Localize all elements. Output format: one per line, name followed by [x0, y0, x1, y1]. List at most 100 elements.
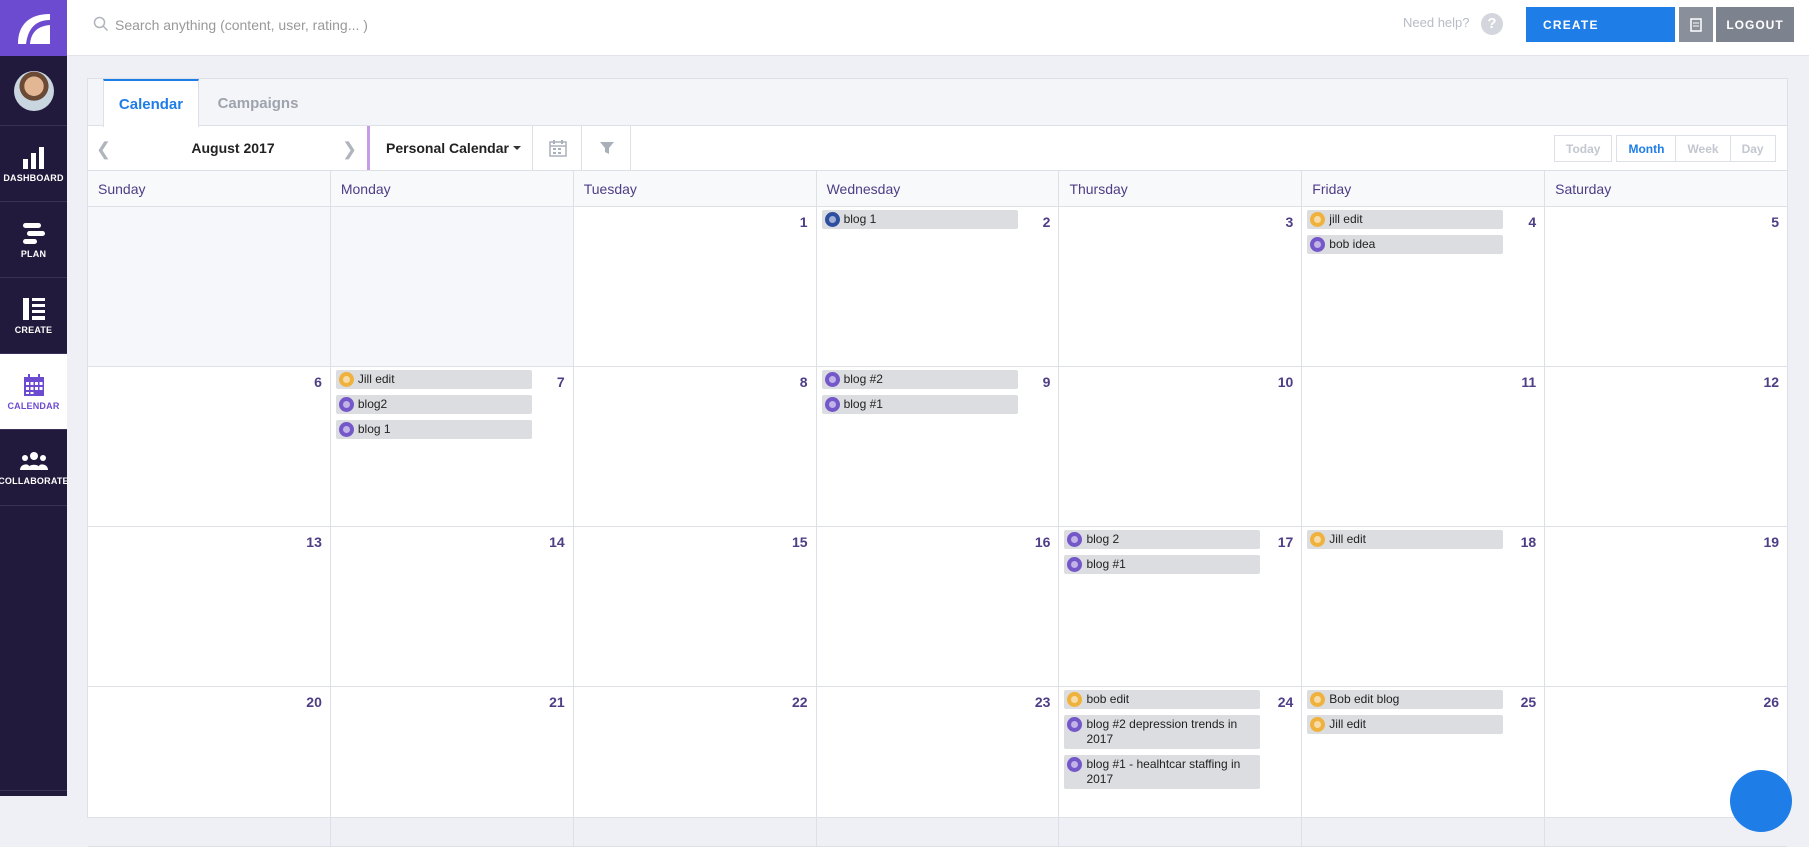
day-cell[interactable]: 19 [1545, 527, 1787, 686]
idea-type-icon [338, 397, 354, 412]
day-cell[interactable] [88, 207, 331, 366]
day-cell[interactable]: 2 blog 1 [817, 207, 1060, 366]
day-number: 4 [1528, 214, 1537, 230]
calendar-event[interactable]: bob idea [1307, 235, 1504, 254]
tab-calendar[interactable]: Calendar [103, 79, 199, 127]
app-logo[interactable] [0, 0, 67, 56]
calendar-event[interactable]: blog #2 depression trends in 2017 [1064, 715, 1261, 749]
calendar-event[interactable]: blog #2 [821, 370, 1018, 389]
day-cell[interactable]: 6 [88, 367, 331, 526]
day-number: 9 [1042, 374, 1051, 390]
calendar-event[interactable]: blog2 [335, 395, 532, 414]
day-cell[interactable]: 17 blog 2 blog #1 [1059, 527, 1303, 686]
day-number: 21 [549, 694, 565, 710]
event-list: blog 2 blog #1 [1064, 530, 1261, 580]
day-number: 22 [792, 694, 808, 710]
view-month-button[interactable]: Month [1616, 135, 1677, 162]
day-cell[interactable]: 1 [574, 207, 817, 366]
calendar-event[interactable]: Bob edit blog [1307, 690, 1504, 709]
calendar-event[interactable]: blog 1 [821, 210, 1018, 229]
weekday-header: Wednesday [817, 171, 1060, 206]
calendar-event[interactable]: blog #1 [1064, 555, 1261, 574]
edit-type-icon [1310, 212, 1326, 227]
calendar-event[interactable]: blog #1 [821, 395, 1018, 414]
view-week-button[interactable]: Week [1675, 135, 1731, 162]
avatar[interactable] [13, 70, 54, 111]
day-cell[interactable]: 24 bob edit blog #2 depression trends in 2… [1059, 687, 1303, 846]
sidebar-item-collaborate[interactable]: COLLABORATE [0, 430, 69, 506]
edit-type-icon [1310, 717, 1326, 732]
day-cell[interactable]: 10 [1059, 367, 1303, 526]
logout-button[interactable]: LOGOUT [1716, 7, 1794, 42]
day-cell[interactable]: 21 [331, 687, 574, 846]
sidebar-item-dashboard[interactable]: DASHBOARD [0, 126, 67, 202]
logo-icon [17, 14, 50, 44]
day-cell[interactable]: 8 [574, 367, 817, 526]
filter-button[interactable] [583, 126, 631, 170]
day-cell[interactable]: 4 jill edit bob idea [1302, 207, 1546, 366]
calendar-icon [23, 373, 44, 396]
day-cell[interactable]: 22 [574, 687, 817, 846]
day-cell[interactable]: 18 Jill edit [1302, 527, 1546, 686]
calendar-event[interactable]: Jill edit [1307, 530, 1504, 549]
calendar-event[interactable]: blog 1 [335, 420, 532, 439]
day-number: 2 [1042, 214, 1051, 230]
help-link[interactable]: Need help? [1403, 15, 1470, 30]
document-button[interactable] [1679, 7, 1713, 42]
calendar-event[interactable]: Jill edit [1307, 715, 1504, 734]
sidebar-item-calendar[interactable]: CALENDAR [0, 354, 67, 430]
sidebar-item-label: DASHBOARD [3, 172, 64, 183]
calendar-event[interactable]: blog 2 [1064, 530, 1261, 549]
event-title: blog 1 [843, 212, 877, 226]
blog-type-icon [824, 212, 840, 227]
prev-month-icon[interactable]: ❮ [96, 139, 111, 160]
sidebar-item-label: COLLABORATE [0, 475, 69, 486]
create-button[interactable]: CREATE [1526, 7, 1675, 42]
week-row: 13 14 15 16 17 blog 2 blog #1 18 Jill edit 19 [88, 527, 1787, 687]
view-day-button[interactable]: Day [1729, 135, 1776, 162]
search-input[interactable] [115, 12, 615, 38]
event-list: blog #2 blog #1 [821, 370, 1018, 420]
chat-widget-button[interactable] [1730, 770, 1792, 832]
edit-type-icon [1310, 532, 1326, 547]
sidebar: DASHBOARD PLAN CREATE CALENDAR COLLABORA… [0, 0, 69, 796]
chevron-down-icon [512, 146, 521, 150]
calendar-event[interactable]: jill edit [1307, 210, 1504, 229]
next-month-icon[interactable]: ❯ [342, 139, 357, 160]
edit-type-icon [1310, 692, 1326, 707]
day-cell[interactable]: 5 [1545, 207, 1787, 366]
month-label: August 2017 [191, 140, 275, 156]
search-icon [93, 16, 109, 32]
sidebar-item-plan[interactable]: PLAN [0, 202, 67, 278]
sidebar-item-create[interactable]: CREATE [0, 278, 67, 354]
tab-campaigns[interactable]: Campaigns [208, 79, 308, 127]
day-cell[interactable]: 9 blog #2 blog #1 [817, 367, 1060, 526]
idea-type-icon [1310, 237, 1326, 252]
calendar-event[interactable]: blog #1 - healhtcar staffing in 2017 [1064, 755, 1261, 789]
help-icon[interactable]: ? [1481, 13, 1503, 35]
day-cell[interactable]: 7 Jill edit blog2 blog 1 [331, 367, 574, 526]
people-icon [19, 451, 48, 470]
event-title: Bob edit blog [1329, 692, 1400, 706]
day-cell[interactable]: 14 [331, 527, 574, 686]
day-cell[interactable]: 3 [1059, 207, 1303, 366]
calendar-event[interactable]: Jill edit [335, 370, 532, 389]
day-cell[interactable]: 23 [817, 687, 1060, 846]
view-today-button[interactable]: Today [1554, 135, 1613, 162]
day-number: 25 [1520, 694, 1537, 710]
day-cell[interactable] [330, 207, 574, 366]
weekday-header: Monday [331, 171, 574, 206]
idea-type-icon [1067, 532, 1083, 547]
day-cell[interactable]: 15 [574, 527, 817, 686]
day-cell[interactable]: 13 [88, 527, 331, 686]
day-cell[interactable]: 11 [1302, 367, 1546, 526]
day-cell[interactable]: 16 [817, 527, 1060, 686]
day-number: 16 [1034, 534, 1051, 550]
calendar-event[interactable]: bob edit [1064, 690, 1261, 709]
day-cell[interactable]: 12 [1545, 367, 1787, 526]
event-title: jill edit [1329, 212, 1363, 226]
day-cell[interactable]: 20 [88, 687, 331, 846]
calendar-select[interactable]: Personal Calendar [367, 126, 533, 170]
calendar-settings-button[interactable] [534, 126, 582, 170]
day-cell[interactable]: 25 Bob edit blog Jill edit [1302, 687, 1546, 846]
